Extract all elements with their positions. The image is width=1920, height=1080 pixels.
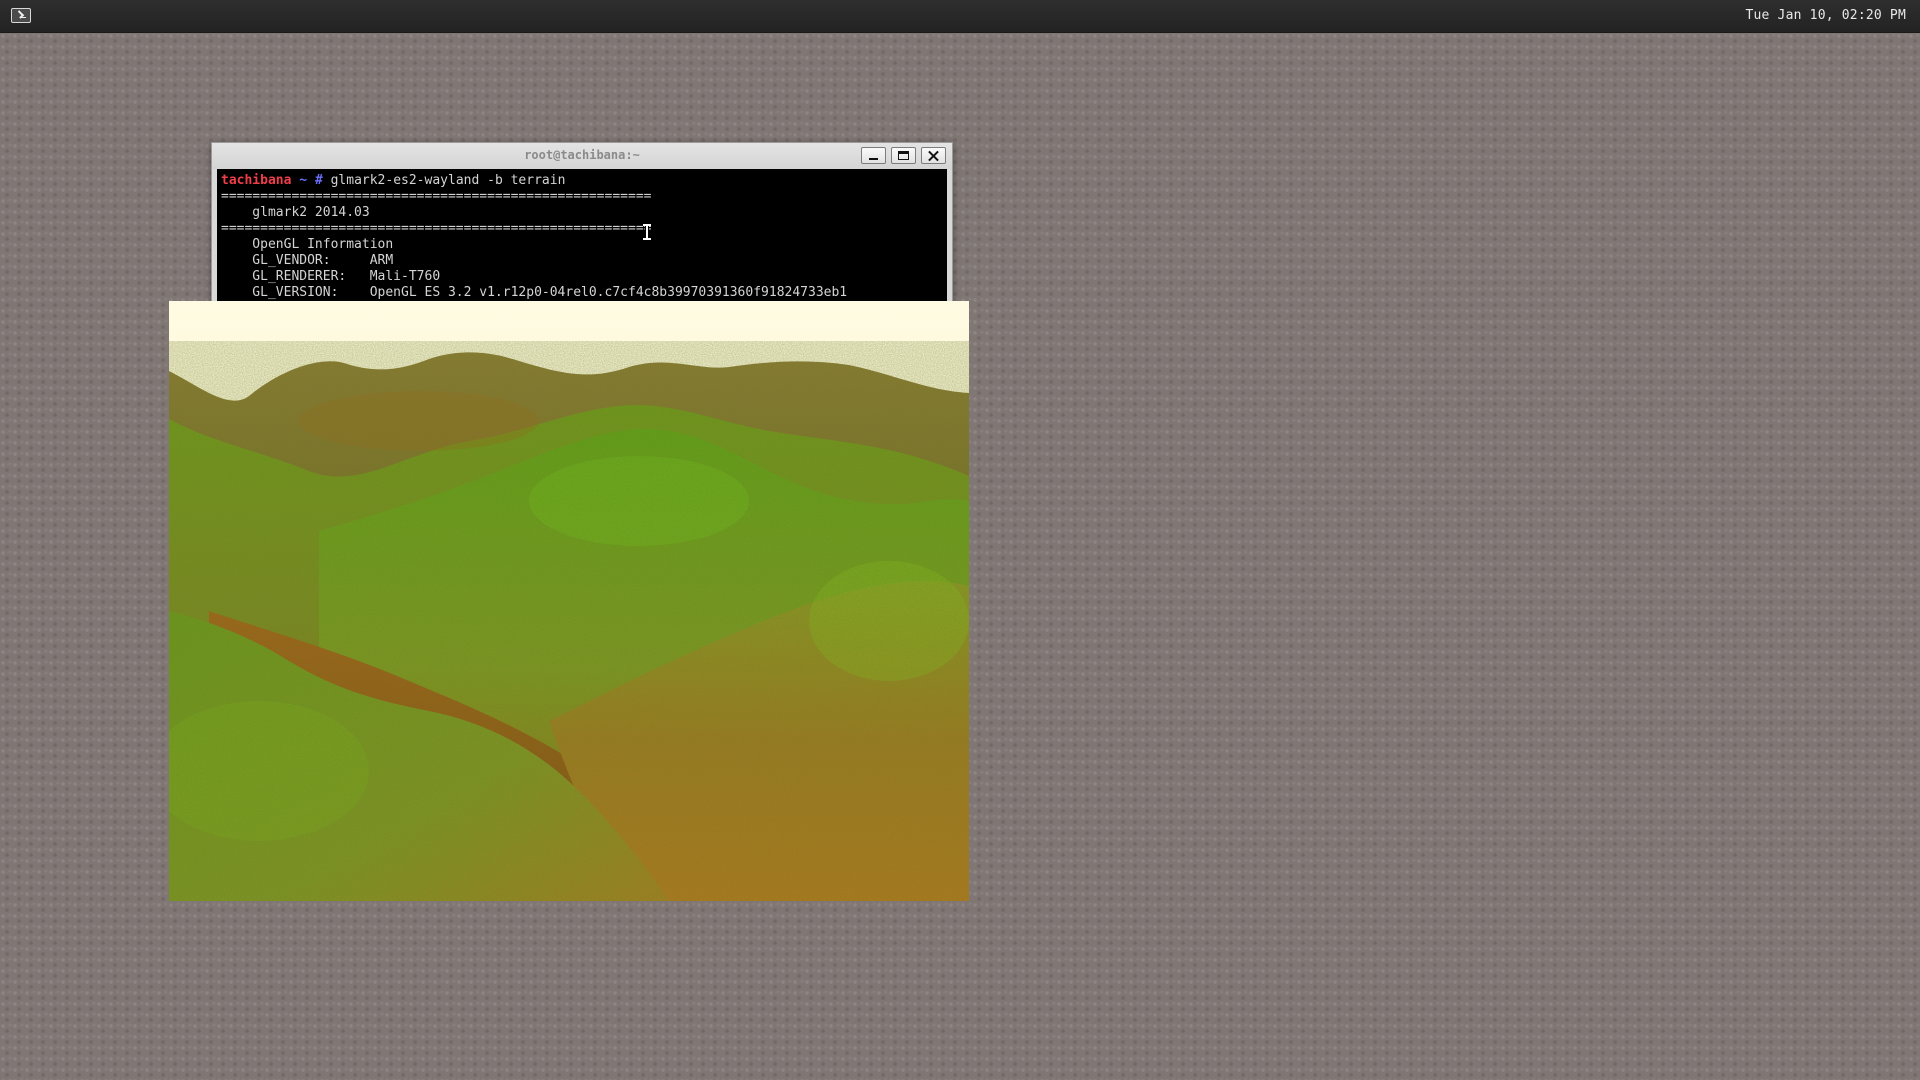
- panel-clock: Tue Jan 10, 02:20 PM: [1745, 8, 1906, 23]
- terminal-title: root@tachibana:~: [524, 148, 640, 162]
- prompt-symbol: #: [314, 173, 323, 188]
- terminal-launcher-icon[interactable]: [11, 8, 31, 23]
- minimize-button[interactable]: [861, 147, 886, 164]
- text-cursor-icon: [642, 224, 651, 240]
- terrain-render-window[interactable]: [169, 301, 969, 901]
- prompt-path: ~: [299, 173, 308, 188]
- close-button[interactable]: [921, 147, 946, 164]
- terminal-line: GL_VERSION: OpenGL ES 3.2 v1.r12p0-04rel…: [221, 285, 848, 300]
- terminal-line: ========================================…: [221, 189, 652, 204]
- prompt-command: glmark2-es2-wayland -b terrain: [330, 173, 566, 188]
- top-panel: Tue Jan 10, 02:20 PM: [0, 0, 1920, 33]
- terminal-line: ========================================…: [221, 221, 652, 236]
- prompt-host: tachibana: [221, 173, 292, 188]
- terminal-line: glmark2 2014.03: [221, 205, 370, 220]
- terminal-output[interactable]: tachibana ~ # glmark2-es2-wayland -b ter…: [217, 169, 947, 307]
- terminal-line: GL_RENDERER: Mali-T760: [221, 269, 441, 284]
- terminal-window[interactable]: root@tachibana:~ tachibana ~ # glmark2-e…: [211, 142, 953, 307]
- terminal-prompt-line: tachibana ~ # glmark2-es2-wayland -b ter…: [221, 173, 947, 189]
- terminal-titlebar[interactable]: root@tachibana:~: [212, 143, 952, 169]
- terminal-line: GL_VENDOR: ARM: [221, 253, 394, 268]
- terrain-render: [169, 301, 969, 901]
- maximize-button[interactable]: [891, 147, 916, 164]
- terminal-line: OpenGL Information: [221, 237, 394, 252]
